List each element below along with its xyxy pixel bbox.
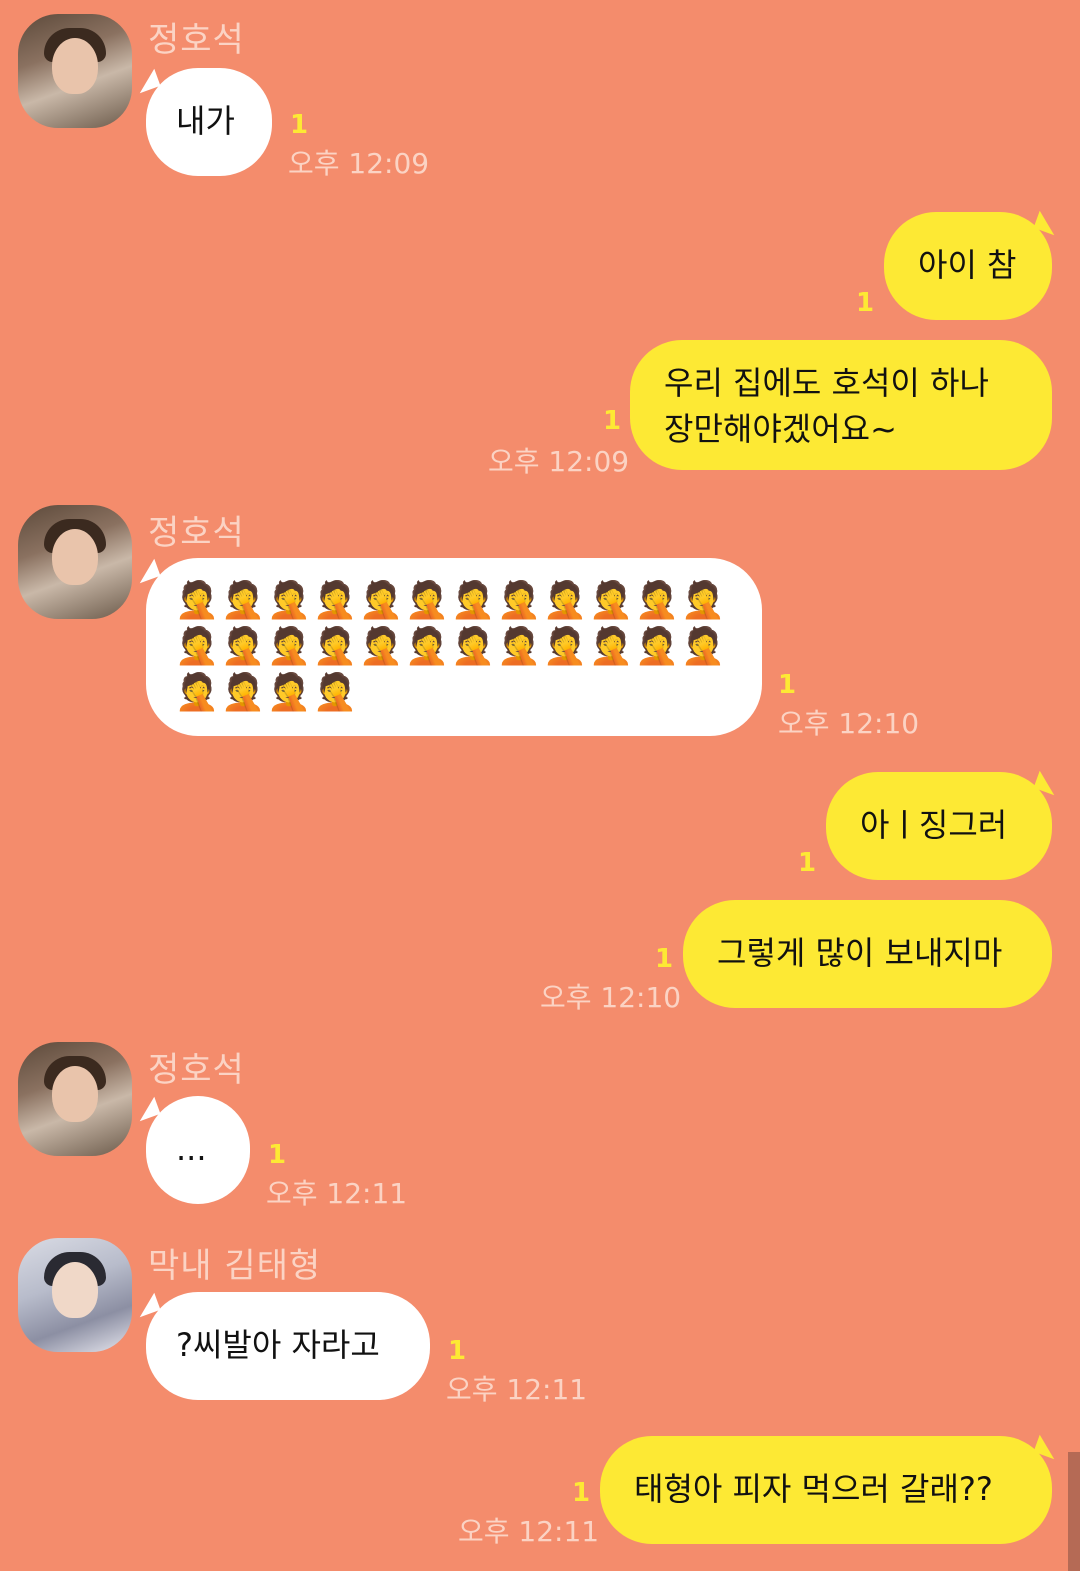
avatar-taehyung[interactable] — [18, 1238, 132, 1352]
message-bubble-incoming[interactable]: ?씨발아 자라고 — [146, 1292, 430, 1400]
facepalm-emoji: 🤦 — [588, 580, 634, 621]
message-bubble-outgoing[interactable]: 그렇게 많이 보내지마 — [683, 900, 1052, 1008]
facepalm-emoji: 🤦 — [312, 626, 358, 667]
scrollbar[interactable] — [1068, 1452, 1080, 1571]
unread-count: 1 — [572, 1478, 591, 1508]
message-time: 오후 12:11 — [266, 1177, 408, 1210]
message-text: 태형아 피자 먹으러 갈래?? — [634, 1470, 993, 1508]
unread-count: 1 — [856, 288, 875, 318]
facepalm-emoji: 🤦 — [450, 626, 496, 667]
facepalm-emoji: 🤦 — [588, 626, 634, 667]
unread-count: 1 — [290, 110, 309, 140]
message-time: 오후 12:11 — [458, 1515, 600, 1548]
sender-name: 정호석 — [148, 1050, 245, 1090]
message-text: 그렇게 많이 보내지마 — [717, 934, 1003, 972]
unread-count: 1 — [778, 670, 797, 700]
facepalm-emoji: 🤦 — [220, 580, 266, 621]
facepalm-emoji: 🤦 — [312, 672, 358, 713]
message-bubble-incoming[interactable]: 내가 — [146, 68, 272, 176]
facepalm-emoji: 🤦 — [174, 580, 220, 621]
message-time: 오후 12:10 — [540, 981, 682, 1014]
message-time: 오후 12:10 — [778, 707, 920, 740]
facepalm-emoji: 🤦 — [266, 580, 312, 621]
facepalm-emoji: 🤦 — [174, 626, 220, 667]
unread-count: 1 — [655, 944, 674, 974]
avatar-hoseok[interactable] — [18, 1042, 132, 1156]
facepalm-emoji: 🤦 — [312, 580, 358, 621]
avatar-hoseok[interactable] — [18, 14, 132, 128]
facepalm-emoji: 🤦 — [358, 626, 404, 667]
message-time: 오후 12:09 — [488, 445, 630, 478]
message-time: 오후 12:09 — [288, 147, 430, 180]
unread-count: 1 — [268, 1140, 287, 1170]
facepalm-emoji: 🤦 — [450, 580, 496, 621]
sender-name: 정호석 — [148, 513, 245, 553]
facepalm-emoji: 🤦 — [542, 626, 588, 667]
sender-name: 정호석 — [148, 20, 245, 60]
facepalm-emoji: 🤦 — [174, 672, 220, 713]
message-bubble-incoming[interactable]: ... — [146, 1096, 250, 1204]
message-bubble-outgoing[interactable]: 우리 집에도 호석이 하나 장만해야겠어요~ — [630, 340, 1052, 470]
facepalm-emoji: 🤦 — [680, 580, 726, 621]
facepalm-emoji: 🤦 — [220, 672, 266, 713]
avatar-hoseok[interactable] — [18, 505, 132, 619]
facepalm-emoji: 🤦 — [404, 580, 450, 621]
message-text: 내가 — [176, 102, 235, 140]
emoji-sequence: 🤦 🤦 🤦 🤦 🤦 🤦 🤦 🤦 🤦 🤦 🤦 🤦 🤦 🤦 🤦 🤦 🤦 🤦 🤦 🤦 🤦 🤦 🤦 🤦 🤦 🤦 🤦 🤦 — [174, 578, 734, 716]
message-bubble-outgoing[interactable]: 태형아 피자 먹으러 갈래?? — [600, 1436, 1052, 1544]
message-text: 우리 집에도 호석이 하나 장만해야겠어요~ — [664, 364, 989, 448]
facepalm-emoji: 🤦 — [358, 580, 404, 621]
facepalm-emoji: 🤦 — [680, 626, 726, 667]
message-bubble-outgoing[interactable]: 아ㅣ징그러 — [826, 772, 1052, 880]
unread-count: 1 — [798, 848, 817, 878]
message-text: 아이 참 — [918, 246, 1017, 284]
message-bubble-outgoing[interactable]: 아이 참 — [884, 212, 1052, 320]
facepalm-emoji: 🤦 — [266, 672, 312, 713]
sender-name: 막내 김태형 — [148, 1246, 322, 1286]
facepalm-emoji: 🤦 — [220, 626, 266, 667]
message-bubble-incoming[interactable]: 🤦 🤦 🤦 🤦 🤦 🤦 🤦 🤦 🤦 🤦 🤦 🤦 🤦 🤦 🤦 🤦 🤦 🤦 🤦 🤦 🤦 🤦 🤦 🤦 🤦 🤦 🤦 🤦 — [146, 558, 762, 736]
facepalm-emoji: 🤦 — [634, 626, 680, 667]
unread-count: 1 — [603, 406, 622, 436]
message-text: ?씨발아 자라고 — [176, 1326, 380, 1364]
message-time: 오후 12:11 — [446, 1373, 588, 1406]
facepalm-emoji: 🤦 — [496, 580, 542, 621]
facepalm-emoji: 🤦 — [634, 580, 680, 621]
message-text: 아ㅣ징그러 — [860, 806, 1008, 844]
facepalm-emoji: 🤦 — [404, 626, 450, 667]
facepalm-emoji: 🤦 — [542, 580, 588, 621]
facepalm-emoji: 🤦 — [266, 626, 312, 667]
unread-count: 1 — [448, 1336, 467, 1366]
message-text: ... — [176, 1130, 207, 1168]
facepalm-emoji: 🤦 — [496, 626, 542, 667]
